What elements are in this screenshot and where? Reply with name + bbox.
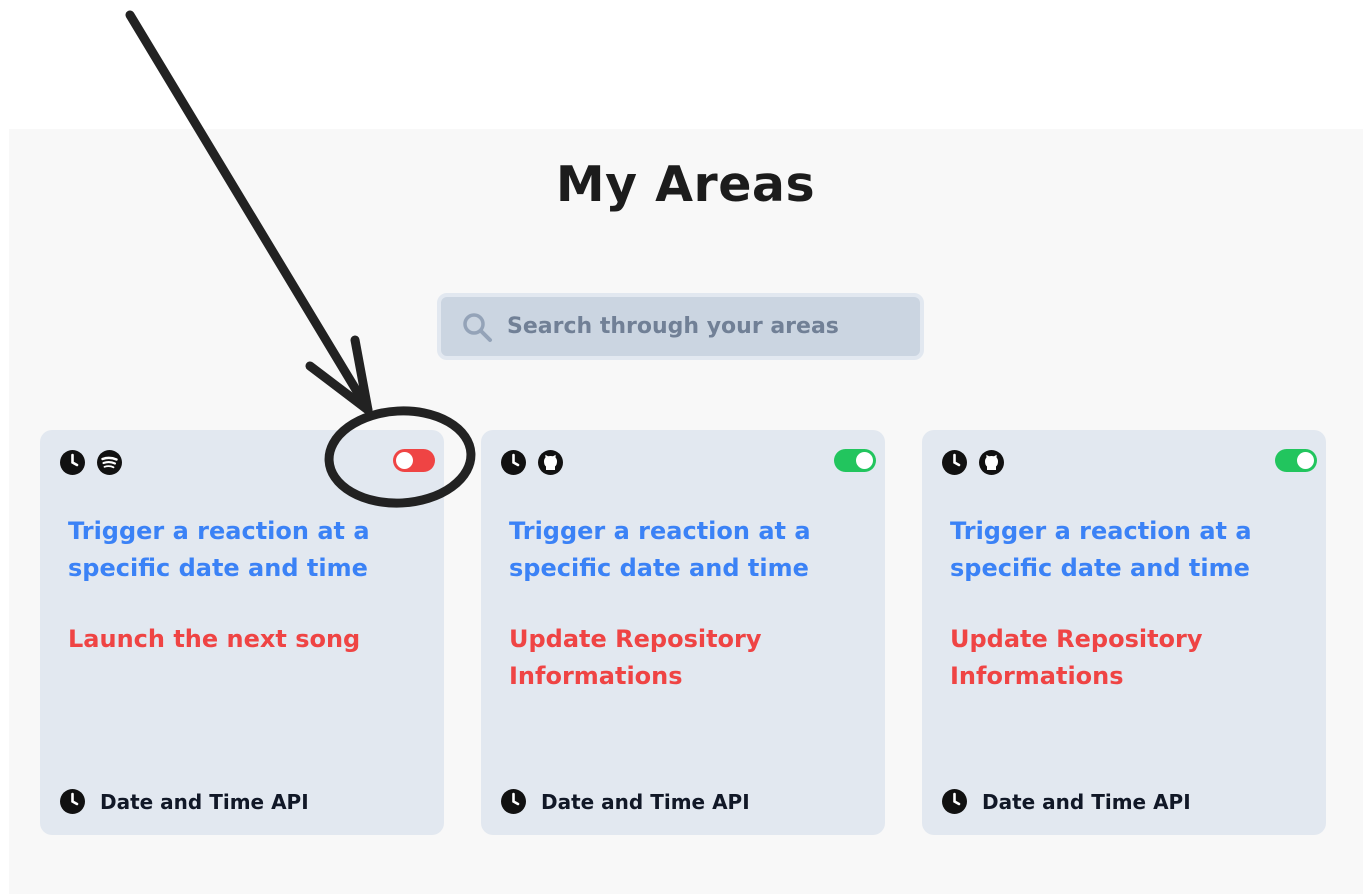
service-name: Date and Time API — [100, 789, 309, 814]
area-card[interactable]: Trigger a reaction at a specific date an… — [922, 430, 1326, 835]
toggle-knob — [396, 452, 413, 469]
github-icon — [538, 450, 563, 475]
area-card[interactable]: Trigger a reaction at a specific date an… — [481, 430, 885, 835]
toggle-knob — [1297, 452, 1314, 469]
clock-icon — [942, 450, 967, 475]
spotify-icon — [97, 450, 122, 475]
card-footer: Date and Time API — [941, 788, 1191, 815]
clock-icon — [501, 789, 526, 814]
reaction-description: Update Repository Informations — [509, 625, 762, 690]
action-description: Trigger a reaction at a specific date an… — [950, 517, 1252, 582]
search-bar[interactable] — [437, 293, 924, 360]
clock-icon — [60, 450, 85, 475]
search-icon — [463, 312, 492, 342]
toggle-knob — [856, 452, 873, 469]
search-input[interactable] — [505, 313, 909, 340]
card-footer: Date and Time API — [59, 788, 309, 815]
card-footer: Date and Time API — [500, 788, 750, 815]
area-toggle[interactable] — [834, 449, 876, 472]
github-icon — [979, 450, 1004, 475]
area-card[interactable]: Trigger a reaction at a specific date an… — [40, 430, 444, 835]
action-description: Trigger a reaction at a specific date an… — [509, 517, 811, 582]
area-toggle[interactable] — [1275, 449, 1317, 472]
service-name: Date and Time API — [541, 789, 750, 814]
page-title: My Areas — [555, 156, 816, 213]
area-toggle[interactable] — [393, 449, 435, 472]
reaction-description: Update Repository Informations — [950, 625, 1203, 690]
reaction-description: Launch the next song — [68, 625, 361, 653]
action-description: Trigger a reaction at a specific date an… — [68, 517, 370, 582]
service-name: Date and Time API — [982, 789, 1191, 814]
clock-icon — [501, 450, 526, 475]
clock-icon — [942, 789, 967, 814]
clock-icon — [60, 789, 85, 814]
